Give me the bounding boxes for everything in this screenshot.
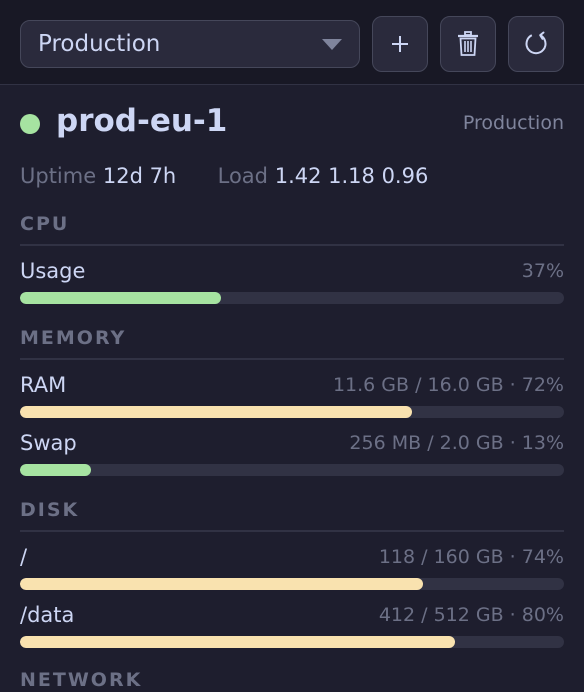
metric-value-disk-data: 412 / 512 GB · 80% bbox=[378, 604, 564, 626]
progress-fill-swap bbox=[20, 464, 91, 476]
progress-track-disk-root bbox=[20, 578, 564, 590]
section-divider bbox=[20, 244, 564, 246]
section-title-memory: MEMORY bbox=[20, 327, 127, 349]
progress-fill-disk-root bbox=[20, 578, 423, 590]
refresh-icon bbox=[525, 31, 547, 55]
add-server-button[interactable] bbox=[372, 16, 428, 72]
metric-value-disk-root: 118 / 160 GB · 74% bbox=[378, 546, 564, 568]
metric-label-swap: Swap bbox=[20, 431, 77, 455]
metric-value-swap: 256 MB / 2.0 GB · 13% bbox=[349, 432, 564, 454]
progress-fill-disk-data bbox=[20, 636, 456, 648]
trash-icon bbox=[458, 31, 478, 56]
server-name: prod-eu-1 bbox=[56, 103, 228, 139]
section-title-network: NETWORK bbox=[20, 669, 143, 691]
chevron-down-icon bbox=[322, 39, 342, 50]
metric-label-ram: RAM bbox=[20, 373, 67, 397]
uptime-label: Uptime bbox=[20, 164, 97, 188]
environment-select-value: Production bbox=[38, 31, 161, 57]
progress-fill-ram bbox=[20, 406, 412, 418]
metric-value-ram: 11.6 GB / 16.0 GB · 72% bbox=[332, 374, 564, 396]
load-value: 1.42 1.18 0.96 bbox=[274, 164, 429, 188]
load-label: Load bbox=[217, 164, 269, 188]
progress-track-ram bbox=[20, 406, 564, 418]
section-divider bbox=[20, 530, 564, 532]
section-title-cpu: CPU bbox=[20, 213, 70, 235]
server-stats: Uptime 12d 7h Load 1.42 1.18 0.96 bbox=[20, 162, 428, 190]
section-divider bbox=[20, 358, 564, 360]
delete-server-button[interactable] bbox=[440, 16, 496, 72]
section-title-disk: DISK bbox=[20, 499, 80, 521]
toolbar: Production bbox=[0, 0, 584, 85]
progress-track-swap bbox=[20, 464, 564, 476]
environment-select[interactable]: Production bbox=[20, 20, 360, 68]
metric-label-disk-data: /data bbox=[20, 603, 75, 627]
progress-track-disk-data bbox=[20, 636, 564, 648]
metric-label-cpu-usage: Usage bbox=[20, 259, 86, 283]
plus-icon bbox=[392, 36, 408, 52]
status-indicator bbox=[20, 114, 40, 134]
metric-value-cpu-usage: 37% bbox=[521, 260, 564, 282]
refresh-button[interactable] bbox=[508, 16, 564, 72]
progress-track-cpu-usage bbox=[20, 292, 564, 304]
metric-label-disk-root: / bbox=[20, 545, 28, 569]
progress-fill-cpu-usage bbox=[20, 292, 222, 304]
environment-label: Production bbox=[462, 112, 564, 134]
uptime-value: 12d 7h bbox=[102, 164, 177, 188]
